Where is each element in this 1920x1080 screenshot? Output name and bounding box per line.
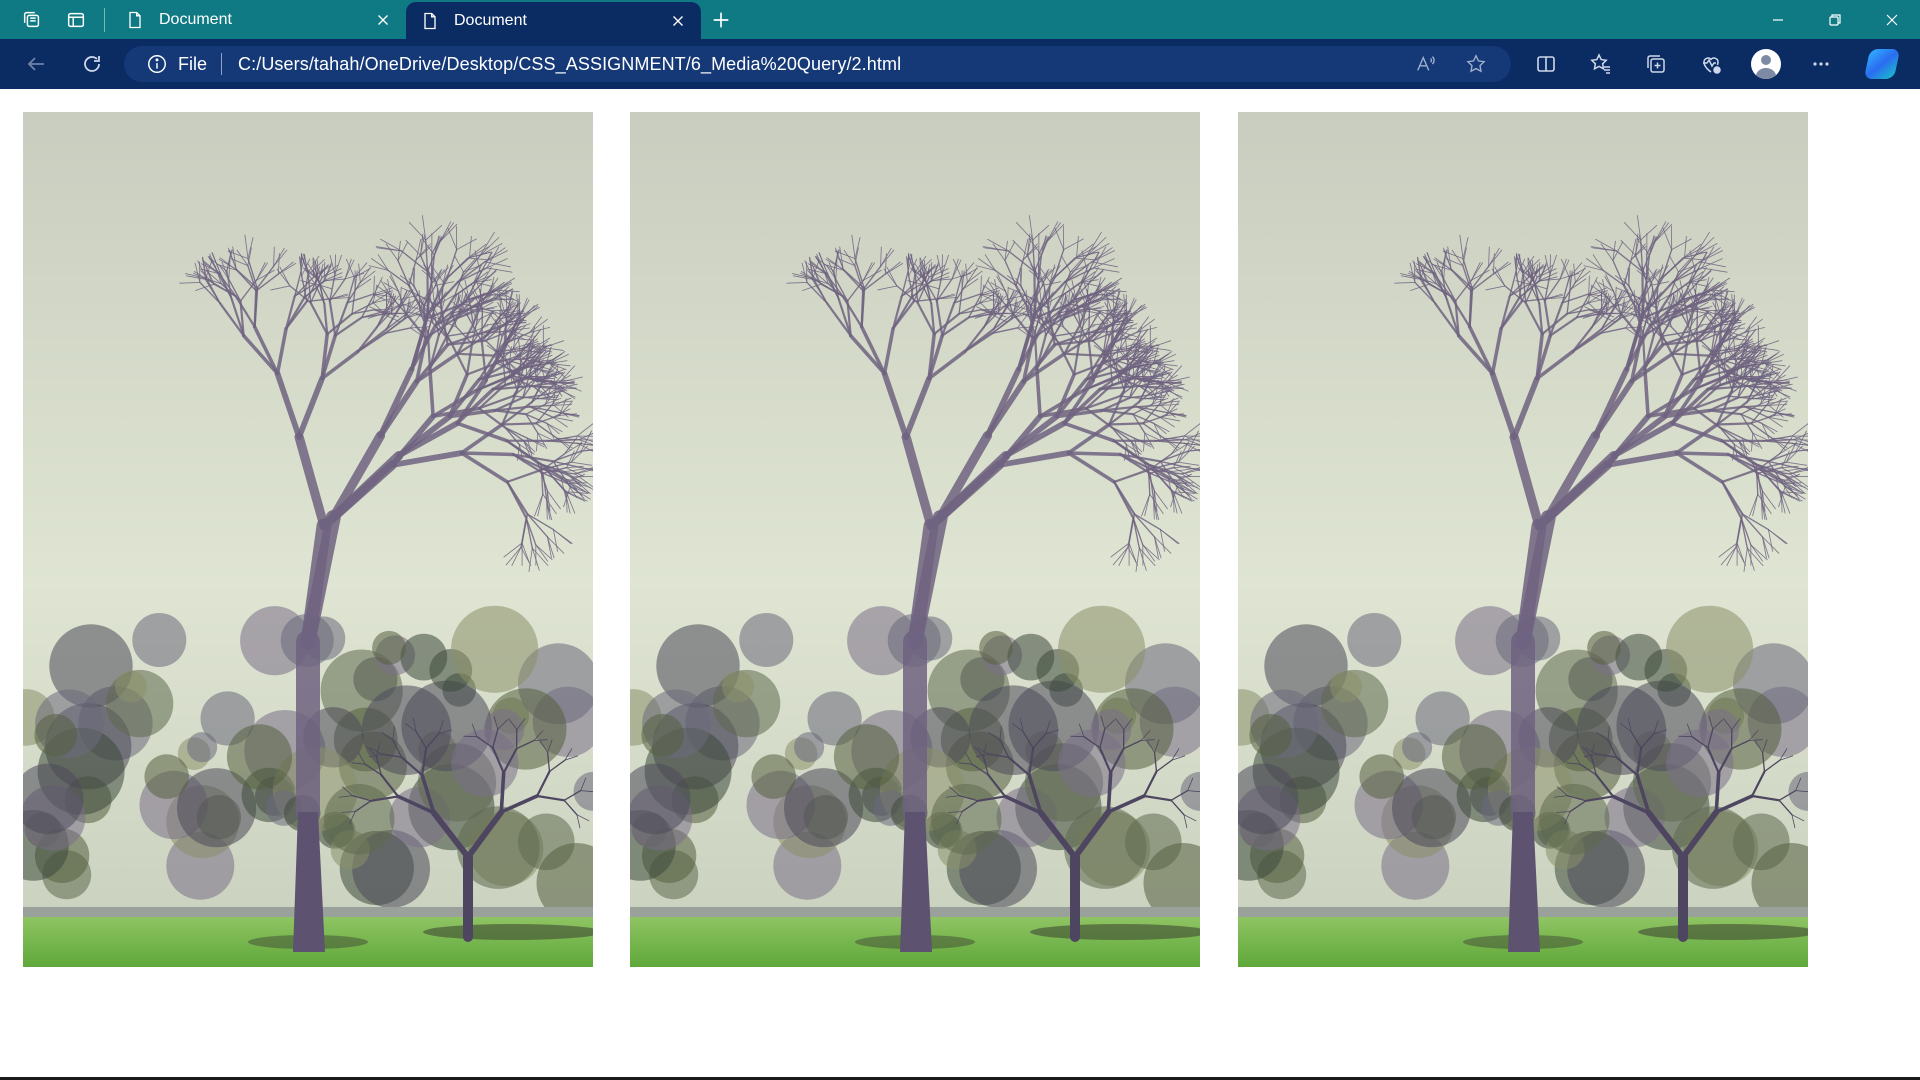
toolbar-right [1518,39,1909,89]
address-bar-actions [1401,46,1501,82]
address-separator [221,53,223,75]
favorites-icon [1589,53,1610,74]
close-icon[interactable] [374,11,392,29]
tab-document-2[interactable]: Document [406,2,701,39]
tree-photo-1 [23,112,593,967]
back-button[interactable] [8,39,64,89]
new-tab-button[interactable] [701,0,741,39]
refresh-icon [84,56,100,72]
favorite-star-icon [1466,54,1486,73]
tab-separator [104,7,105,32]
address-bar[interactable]: File C:/Users/tahah/OneDrive/Desktop/CSS… [124,46,1511,82]
close-icon [1886,14,1897,25]
document-icon [424,12,436,29]
url-text[interactable]: C:/Users/tahah/OneDrive/Desktop/CSS_ASSI… [238,54,901,75]
browser-essentials-icon [1702,57,1721,74]
info-icon[interactable] [146,53,168,75]
split-screen-icon [1536,56,1555,72]
favorite-button[interactable] [1451,46,1501,82]
collections-icon [1646,55,1665,73]
document-icon [129,11,141,28]
profile-button[interactable] [1738,39,1793,89]
tab-title: Document [454,11,527,29]
browser-toolbar: File C:/Users/tahah/OneDrive/Desktop/CSS… [0,39,1920,89]
copilot-icon [1863,49,1900,79]
back-arrow-icon [27,57,44,71]
tab-actions-icon[interactable] [54,0,98,39]
refresh-button[interactable] [64,39,120,89]
plus-icon [713,12,729,27]
favorites-button[interactable] [1573,39,1628,89]
restore-button[interactable] [1806,0,1863,39]
window-controls [1749,0,1920,39]
tree-photo-2 [630,112,1200,967]
tree-illustration [1238,112,1808,967]
minimize-button[interactable] [1749,0,1806,39]
scheme-label: File [178,53,208,74]
browser-essentials-button[interactable] [1683,39,1738,89]
tab-strip: Document Document [0,0,1920,39]
split-screen-button[interactable] [1518,39,1573,89]
read-aloud-icon [1417,55,1435,71]
tab-title: Document [159,10,232,28]
minimize-icon [1772,18,1783,21]
collections-button[interactable] [1628,39,1683,89]
more-icon [1812,62,1829,66]
tree-photo-3 [1238,112,1808,967]
tab-document-1[interactable]: Document [111,0,406,39]
profile-avatar [1750,49,1781,79]
close-window-button[interactable] [1863,0,1920,39]
tree-illustration [630,112,1200,967]
tree-illustration [23,112,593,967]
copilot-button[interactable] [1854,39,1909,89]
more-button[interactable] [1793,39,1848,89]
page-content [0,89,1920,1080]
read-aloud-button[interactable] [1401,46,1451,82]
workspaces-icon[interactable] [10,0,54,39]
restore-icon [1828,13,1841,26]
close-icon[interactable] [669,12,687,30]
